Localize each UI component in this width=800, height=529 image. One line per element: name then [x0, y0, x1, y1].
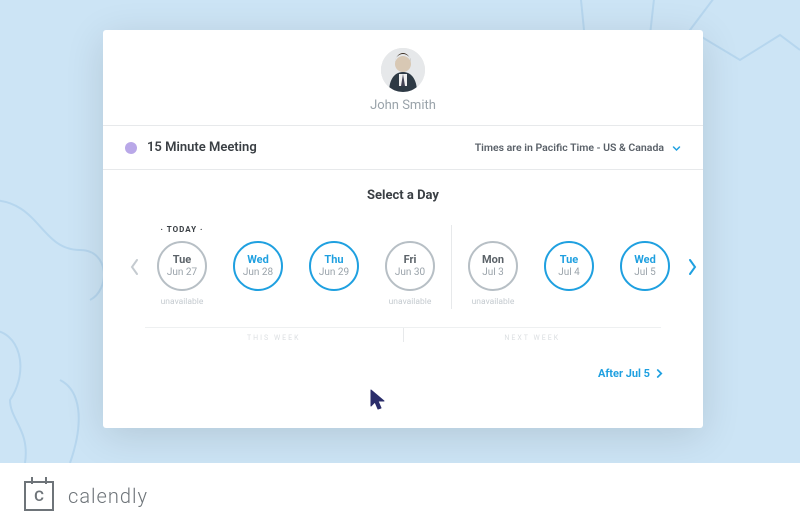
background-stage: John Smith 15 Minute Meeting Times are i…	[0, 0, 800, 463]
day-status: unavailable	[472, 297, 515, 309]
host-avatar	[381, 48, 425, 92]
after-row: After Jul 5	[125, 362, 681, 381]
day-circle[interactable]: TueJul 4	[544, 241, 594, 291]
day-status: unavailable	[389, 297, 432, 309]
week-labels-row: THIS WEEK NEXT WEEK	[145, 327, 661, 342]
after-date-link[interactable]: After Jul 5	[598, 367, 663, 380]
this-week-label: THIS WEEK	[145, 328, 403, 342]
day-circle[interactable]: ThuJun 29	[309, 241, 359, 291]
chevron-right-icon	[685, 258, 699, 276]
host-name: John Smith	[370, 98, 436, 113]
day-date: Jun 27	[167, 267, 197, 279]
day-circle: FriJun 30	[385, 241, 435, 291]
day-column: WedJun 28	[229, 225, 287, 309]
day-circle: MonJul 3	[468, 241, 518, 291]
day-of-week: Tue	[173, 253, 192, 266]
day-circle[interactable]: WedJun 28	[233, 241, 283, 291]
chevron-right-icon	[656, 369, 663, 378]
meeting-title: 15 Minute Meeting	[147, 140, 257, 155]
next-week-label: NEXT WEEK	[404, 328, 662, 342]
next-days-button[interactable]	[682, 258, 702, 276]
this-week-group: · TODAY · TueJun 27 unavailable WedJun 28 Th…	[145, 225, 447, 309]
day-column: MonJul 3 unavailable	[464, 225, 522, 309]
day-circle: TueJun 27	[157, 241, 207, 291]
day-of-week: Thu	[324, 253, 343, 266]
day-column: · TODAY · TueJun 27 unavailable	[153, 225, 211, 309]
day-column: FriJun 30 unavailable	[381, 225, 439, 309]
day-date: Jun 29	[319, 267, 349, 279]
timezone-select[interactable]: Times are in Pacific Time - US & Canada	[475, 138, 681, 157]
prev-days-button[interactable]	[125, 258, 145, 276]
card-body: Select a Day · TODAY ·TueJun 27unavailab…	[103, 170, 703, 428]
day-column: TueJul 4	[540, 225, 598, 309]
day-of-week: Tue	[560, 253, 579, 266]
after-date-label: After Jul 5	[598, 367, 650, 380]
day-of-week: Wed	[634, 253, 656, 266]
day-date: Jun 28	[243, 267, 273, 279]
day-of-week: Mon	[482, 253, 504, 266]
page-footer: C calendly	[0, 463, 800, 529]
meeting-color-dot	[125, 142, 137, 154]
timezone-label: Times are in Pacific Time - US & Canada	[475, 141, 664, 154]
scheduling-card: John Smith 15 Minute Meeting Times are i…	[103, 30, 703, 428]
day-column: WedJul 5	[616, 225, 674, 309]
day-date: Jul 4	[558, 267, 580, 279]
day-circle[interactable]: WedJul 5	[620, 241, 670, 291]
day-of-week: Fri	[404, 253, 417, 266]
week-separator	[451, 225, 452, 309]
meeting-type: 15 Minute Meeting	[125, 140, 257, 155]
day-status: unavailable	[161, 297, 204, 309]
chevron-left-icon	[128, 258, 142, 276]
day-date: Jul 3	[482, 267, 504, 279]
section-title: Select a Day	[125, 188, 681, 203]
brand-text: calendly	[68, 484, 148, 508]
next-week-group: MonJul 3 unavailable TueJul 4 WedJul 5	[456, 225, 682, 309]
chevron-down-icon	[672, 138, 681, 157]
calendly-logo-icon: C	[24, 481, 54, 511]
meeting-bar: 15 Minute Meeting Times are in Pacific T…	[103, 125, 703, 170]
today-marker: · TODAY ·	[161, 225, 204, 237]
day-carousel: · TODAY ·TueJun 27unavailableWedJun 28Th…	[125, 225, 681, 309]
day-date: Jun 30	[395, 267, 425, 279]
day-date: Jul 5	[634, 267, 656, 279]
day-column: ThuJun 29	[305, 225, 363, 309]
day-of-week: Wed	[247, 253, 269, 266]
card-header: John Smith	[103, 30, 703, 125]
